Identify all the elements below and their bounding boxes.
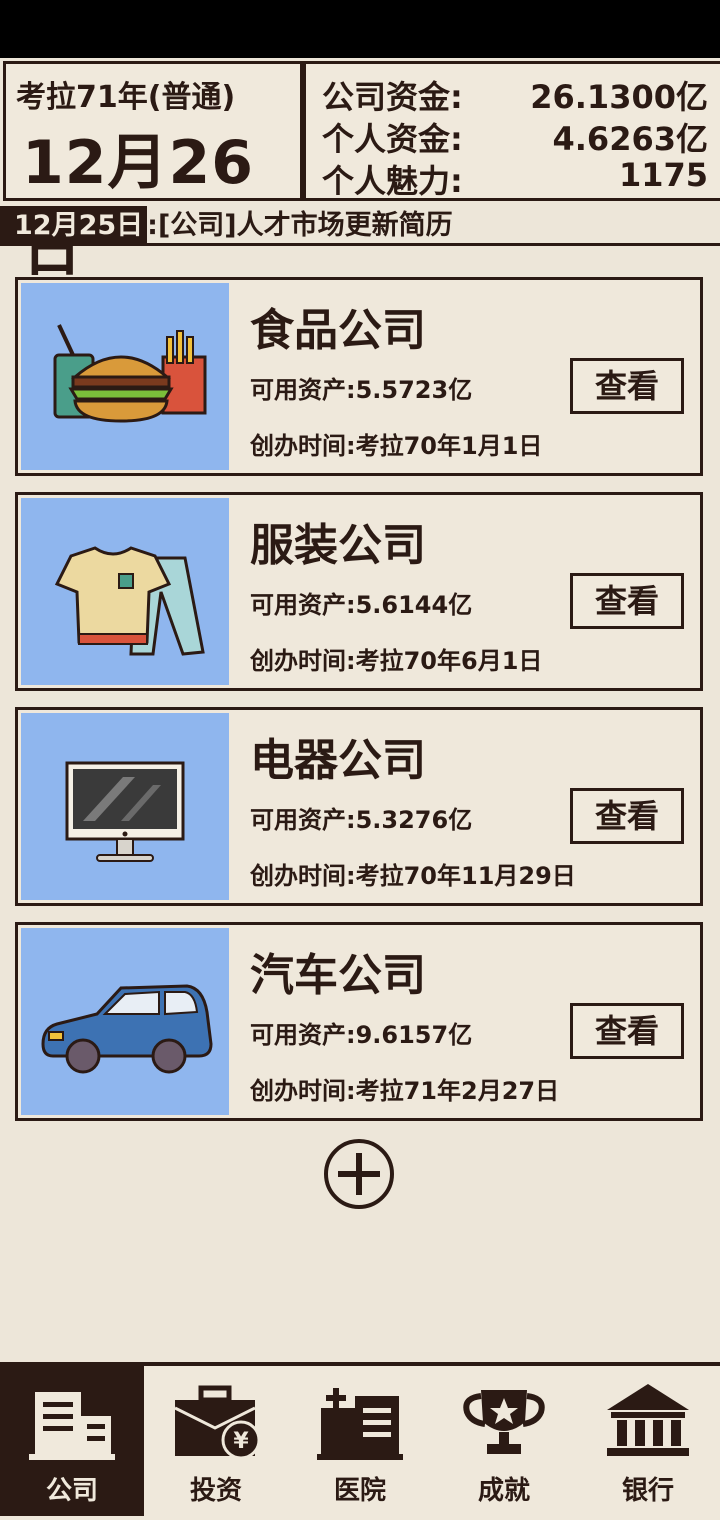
plus-circle-icon — [324, 1139, 394, 1209]
company-image — [21, 498, 229, 685]
nav-hospital[interactable]: 医院 — [288, 1366, 432, 1516]
nav-label: 银行 — [621, 1476, 674, 1506]
company-funds-label: 公司资金: — [322, 78, 463, 116]
news-ticker: 12月25日:[公司]人才市场更新简历 — [0, 206, 720, 246]
company-image — [21, 928, 229, 1115]
view-button[interactable]: 查看 — [570, 358, 684, 414]
company-name: 食品公司 — [250, 305, 426, 356]
current-date: 12月26日 — [22, 128, 254, 285]
company-funds-row: 公司资金: 26.1300亿 — [322, 72, 708, 116]
company-card-car: 汽车公司 可用资产:9.6157亿 创办时间:考拉71年2月27日 查看 — [15, 922, 703, 1121]
svg-text:¥: ¥ — [233, 1429, 249, 1454]
company-asset: 可用资产:5.3276亿 — [250, 806, 473, 834]
news-date: 12月25日 — [0, 206, 148, 246]
company-card-electronics: 电器公司 可用资产:5.3276亿 创办时间:考拉70年11月29日 查看 — [15, 707, 703, 906]
company-asset: 可用资产:9.6157亿 — [250, 1021, 473, 1049]
nav-label: 医院 — [333, 1476, 386, 1506]
food-icon — [53, 324, 207, 423]
company-founded: 创办时间:考拉71年2月27日 — [250, 1077, 560, 1105]
nav-company[interactable]: 公司 — [0, 1366, 144, 1516]
status-bar — [0, 0, 720, 58]
company-founded: 创办时间:考拉70年6月1日 — [250, 647, 543, 675]
company-image — [21, 713, 229, 900]
company-name: 汽车公司 — [250, 950, 426, 1001]
bank-icon — [607, 1384, 689, 1456]
company-card-food: 食品公司 可用资产:5.5723亿 创办时间:考拉70年1月1日 查看 — [15, 277, 703, 476]
view-button[interactable]: 查看 — [570, 573, 684, 629]
nav-achievements[interactable]: 成就 — [432, 1366, 576, 1516]
monitor-icon — [65, 761, 185, 862]
view-button[interactable]: 查看 — [570, 1003, 684, 1059]
header: 考拉71年(普通) 12月26日 公司资金: 26.1300亿 个人资金: 4.… — [0, 58, 720, 285]
company-name: 电器公司 — [250, 735, 426, 786]
briefcase-yen-icon: ¥ — [174, 1385, 261, 1460]
add-company-button[interactable] — [322, 1137, 396, 1211]
view-button[interactable]: 查看 — [570, 788, 684, 844]
personal-funds-label: 个人资金: — [322, 120, 463, 158]
bottom-nav: 公司 ¥ 投资 医院 成就 银行 — [0, 1362, 720, 1520]
company-asset: 可用资产:5.5723亿 — [250, 376, 473, 404]
charisma-value: 1175 — [618, 156, 708, 194]
stats-panel: 公司资金: 26.1300亿 个人资金: 4.6263亿 个人魅力: 1175 — [303, 61, 720, 201]
building-icon — [29, 1392, 115, 1460]
company-image — [21, 283, 229, 470]
personal-funds-value: 4.6263亿 — [552, 120, 709, 158]
company-founded: 创办时间:考拉70年1月1日 — [250, 432, 543, 460]
hospital-icon — [317, 1388, 403, 1460]
car-icon — [41, 984, 213, 1074]
company-name: 服装公司 — [250, 520, 426, 571]
company-asset: 可用资产:5.6144亿 — [250, 591, 473, 619]
trophy-icon — [463, 1390, 545, 1454]
charisma-row: 个人魅力: 1175 — [322, 156, 708, 200]
nav-label: 成就 — [477, 1476, 530, 1506]
company-card-clothing: 服装公司 可用资产:5.6144亿 创办时间:考拉70年6月1日 查看 — [15, 492, 703, 691]
nav-label: 公司 — [45, 1476, 98, 1506]
nav-bank[interactable]: 银行 — [576, 1366, 720, 1516]
nav-invest[interactable]: ¥ 投资 — [144, 1366, 288, 1516]
company-founded: 创办时间:考拉70年11月29日 — [250, 862, 576, 890]
news-text: :[公司]人才市场更新简历 — [147, 210, 453, 241]
clothing-icon — [54, 546, 205, 656]
nav-label: 投资 — [189, 1476, 242, 1506]
company-funds-value: 26.1300亿 — [530, 78, 708, 116]
era-label: 考拉71年(普通) — [16, 80, 236, 115]
charisma-label: 个人魅力: — [322, 162, 463, 200]
personal-funds-row: 个人资金: 4.6263亿 — [322, 114, 708, 158]
date-panel: 考拉71年(普通) 12月26日 — [3, 61, 303, 285]
